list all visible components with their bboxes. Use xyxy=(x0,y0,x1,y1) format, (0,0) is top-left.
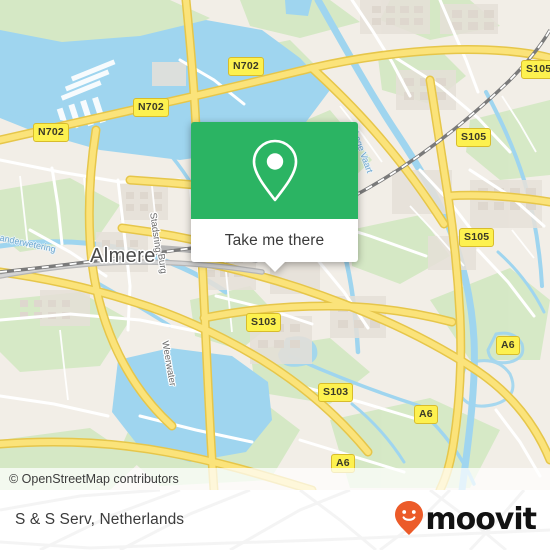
map-pin-icon xyxy=(248,137,302,205)
road-shield: S103 xyxy=(246,313,282,332)
road-shield: N702 xyxy=(133,98,169,117)
road-shield: S103 xyxy=(318,383,354,402)
moovit-logo: moovit xyxy=(394,500,537,541)
take-me-there-button[interactable]: Take me there xyxy=(191,219,358,272)
road-shield: N702 xyxy=(33,123,69,142)
footer-bar: S & S Serv, Netherlands moovit xyxy=(0,490,550,550)
moovit-map-screen: N702 N702 N702 S105 S105 S105 S103 S103 … xyxy=(0,0,550,550)
road-shield: A6 xyxy=(331,454,355,473)
road-shield: A6 xyxy=(414,405,438,424)
map-canvas[interactable]: N702 N702 N702 S105 S105 S105 S103 S103 … xyxy=(0,0,550,490)
road-shield: A6 xyxy=(496,336,520,355)
moovit-smiley-pin-icon xyxy=(394,500,424,541)
place-title: S & S Serv, Netherlands xyxy=(15,511,185,528)
road-shield: S105 xyxy=(459,228,495,247)
callout-icon-area xyxy=(191,122,358,219)
take-me-there-label: Take me there xyxy=(224,231,325,249)
moovit-wordmark: moovit xyxy=(425,502,537,537)
destination-callout-card[interactable]: Take me there xyxy=(191,122,358,272)
road-shield: S105 xyxy=(456,128,492,147)
road-shield: S105 xyxy=(521,60,550,79)
callout-pointer xyxy=(263,261,286,272)
road-shield: N702 xyxy=(228,57,264,76)
city-label: Almere xyxy=(90,245,156,267)
